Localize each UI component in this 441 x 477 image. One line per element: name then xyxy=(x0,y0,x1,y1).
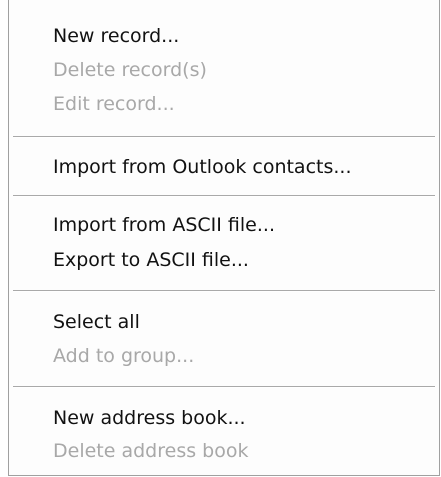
menu-separator xyxy=(13,195,435,197)
menu-item-edit-record[interactable]: Edit record... xyxy=(53,92,175,116)
menu-item-export-ascii[interactable]: Export to ASCII file... xyxy=(53,248,249,272)
menu-item-select-all[interactable]: Select all xyxy=(53,310,140,334)
menu-item-add-to-group[interactable]: Add to group... xyxy=(53,344,194,368)
menu-separator xyxy=(13,136,435,138)
menu-item-new-address-book[interactable]: New address book... xyxy=(53,406,246,430)
menu-item-import-outlook[interactable]: Import from Outlook contacts... xyxy=(53,155,352,179)
menu-item-import-ascii[interactable]: Import from ASCII file... xyxy=(53,213,275,237)
menu-separator xyxy=(13,386,435,388)
menu-separator xyxy=(13,290,435,292)
context-menu: New record... Delete record(s) Edit reco… xyxy=(8,0,440,476)
menu-item-new-record[interactable]: New record... xyxy=(53,24,179,48)
menu-item-delete-records[interactable]: Delete record(s) xyxy=(53,58,207,82)
menu-item-delete-address-book[interactable]: Delete address book xyxy=(53,439,248,463)
